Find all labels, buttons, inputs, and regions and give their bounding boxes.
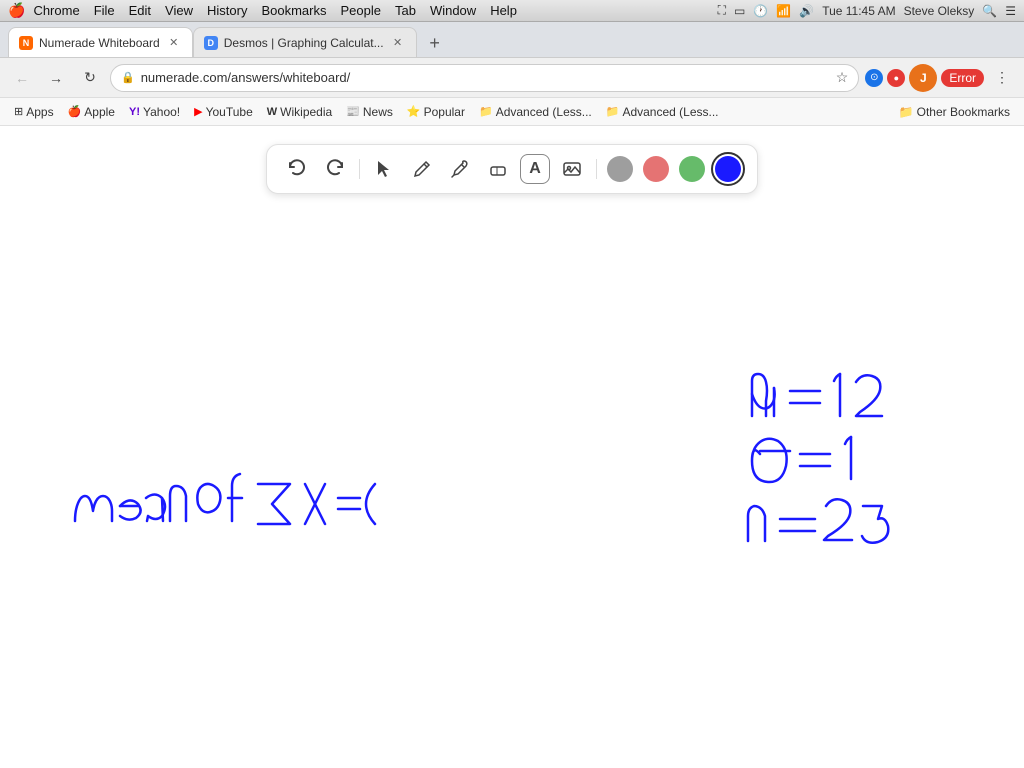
apple-logo: 🍎 [8,2,25,19]
menu-chrome[interactable]: Chrome [33,3,79,18]
bookmark-wikipedia[interactable]: W Wikipedia [261,103,338,121]
bookmark-advanced1-label: Advanced (Less... [496,105,592,119]
menu-file[interactable]: File [94,3,115,18]
clock-icon: 🕐 [753,4,768,18]
bookmark-youtube-label: YouTube [206,105,253,119]
wikipedia-icon: W [267,106,277,118]
bookmark-news[interactable]: 📰 News [340,103,399,121]
tab1-favicon: N [19,36,33,50]
back-button[interactable]: ← [8,64,36,92]
whiteboard-svg [0,126,1024,768]
wifi-icon: 📶 [776,4,791,18]
nav-right-icons: ⊙ ● J Error ⋮ [865,64,1016,92]
menu-history[interactable]: History [207,3,247,18]
error-badge[interactable]: Error [941,69,984,87]
new-tab-button[interactable]: + [421,29,449,57]
titlebar: 🍎 Chrome File Edit View History Bookmark… [0,0,1024,22]
yahoo-icon: Y! [129,106,140,118]
bookmark-advanced2-label: Advanced (Less... [622,105,718,119]
titlebar-right: ⛶ ▭ 🕐 📶 🔊 Tue 11:45 AM Steve Oleksy 🔍 ☰ [718,3,1016,18]
profile-button[interactable]: J [909,64,937,92]
bookmark-popular[interactable]: ⭐ Popular [401,103,471,121]
lock-icon: 🔒 [121,71,135,84]
whiteboard[interactable]: A [0,126,1024,768]
apps-icon: ⊞ [14,105,23,118]
bookmark-yahoo-label: Yahoo! [143,105,180,119]
bookmark-apps-label: Apps [26,105,53,119]
bookmark-popular-label: Popular [424,105,465,119]
tab1-title: Numerade Whiteboard [39,36,160,50]
bookmark-advanced2[interactable]: 📁 Advanced (Less... [600,103,725,121]
menu-window[interactable]: Window [430,3,476,18]
bookmarks-bar: ⊞ Apps 🍎 Apple Y! Yahoo! ▶ YouTube W Wik… [0,98,1024,126]
screen-icon: ⛶ [718,3,726,18]
bookmark-apps[interactable]: ⊞ Apps [8,103,60,121]
popular-icon: ⭐ [407,105,421,118]
browser-chrome: N Numerade Whiteboard ✕ D Desmos | Graph… [0,22,1024,126]
browser-menu-button[interactable]: ⋮ [988,64,1016,92]
menu-bookmarks[interactable]: Bookmarks [261,3,326,18]
bookmark-other-label: Other Bookmarks [917,105,1010,119]
folder2-icon: 📁 [606,105,620,118]
user-name: Steve Oleksy [904,4,975,18]
tab2-favicon: D [204,36,218,50]
extension-icon-1[interactable]: ⊙ [865,69,883,87]
url-text: numerade.com/answers/whiteboard/ [141,70,830,85]
menu-tab[interactable]: Tab [395,3,416,18]
address-bar[interactable]: 🔒 numerade.com/answers/whiteboard/ ☆ [110,64,859,92]
titlebar-menu: Chrome File Edit View History Bookmarks … [33,3,517,18]
forward-button[interactable]: → [42,64,70,92]
bookmark-apple[interactable]: 🍎 Apple [62,103,121,121]
menu-view[interactable]: View [165,3,193,18]
menu-help[interactable]: Help [490,3,517,18]
tab2-close[interactable]: ✕ [390,35,406,51]
tab-bar: N Numerade Whiteboard ✕ D Desmos | Graph… [0,22,1024,58]
folder1-icon: 📁 [479,105,493,118]
apple-bm-icon: 🍎 [68,105,82,118]
volume-icon: 🔊 [799,4,814,18]
bookmark-apple-label: Apple [84,105,115,119]
bookmark-news-label: News [363,105,393,119]
bookmark-star-icon[interactable]: ☆ [836,69,849,86]
tab-numerade[interactable]: N Numerade Whiteboard ✕ [8,27,193,57]
youtube-icon: ▶ [194,105,202,118]
bookmark-wikipedia-label: Wikipedia [280,105,332,119]
time-display: Tue 11:45 AM [822,4,895,18]
tab2-title: Desmos | Graphing Calculat... [224,36,384,50]
folder-other-icon: 📁 [899,105,914,119]
nav-bar: ← → ↻ 🔒 numerade.com/answers/whiteboard/… [0,58,1024,98]
bookmark-yahoo[interactable]: Y! Yahoo! [123,103,186,121]
refresh-button[interactable]: ↻ [76,64,104,92]
tab1-close[interactable]: ✕ [166,35,182,51]
bookmark-youtube[interactable]: ▶ YouTube [188,103,259,121]
tab-desmos[interactable]: D Desmos | Graphing Calculat... ✕ [193,27,417,57]
menu-icon[interactable]: ☰ [1005,4,1016,18]
extension-icon-2[interactable]: ● [887,69,905,87]
airplay-icon: ▭ [734,4,745,18]
bookmark-other[interactable]: 📁 Other Bookmarks [893,103,1016,121]
menu-edit[interactable]: Edit [129,3,151,18]
menu-people[interactable]: People [340,3,380,18]
news-icon: 📰 [346,105,360,118]
bookmark-advanced1[interactable]: 📁 Advanced (Less... [473,103,598,121]
search-icon[interactable]: 🔍 [982,4,997,18]
